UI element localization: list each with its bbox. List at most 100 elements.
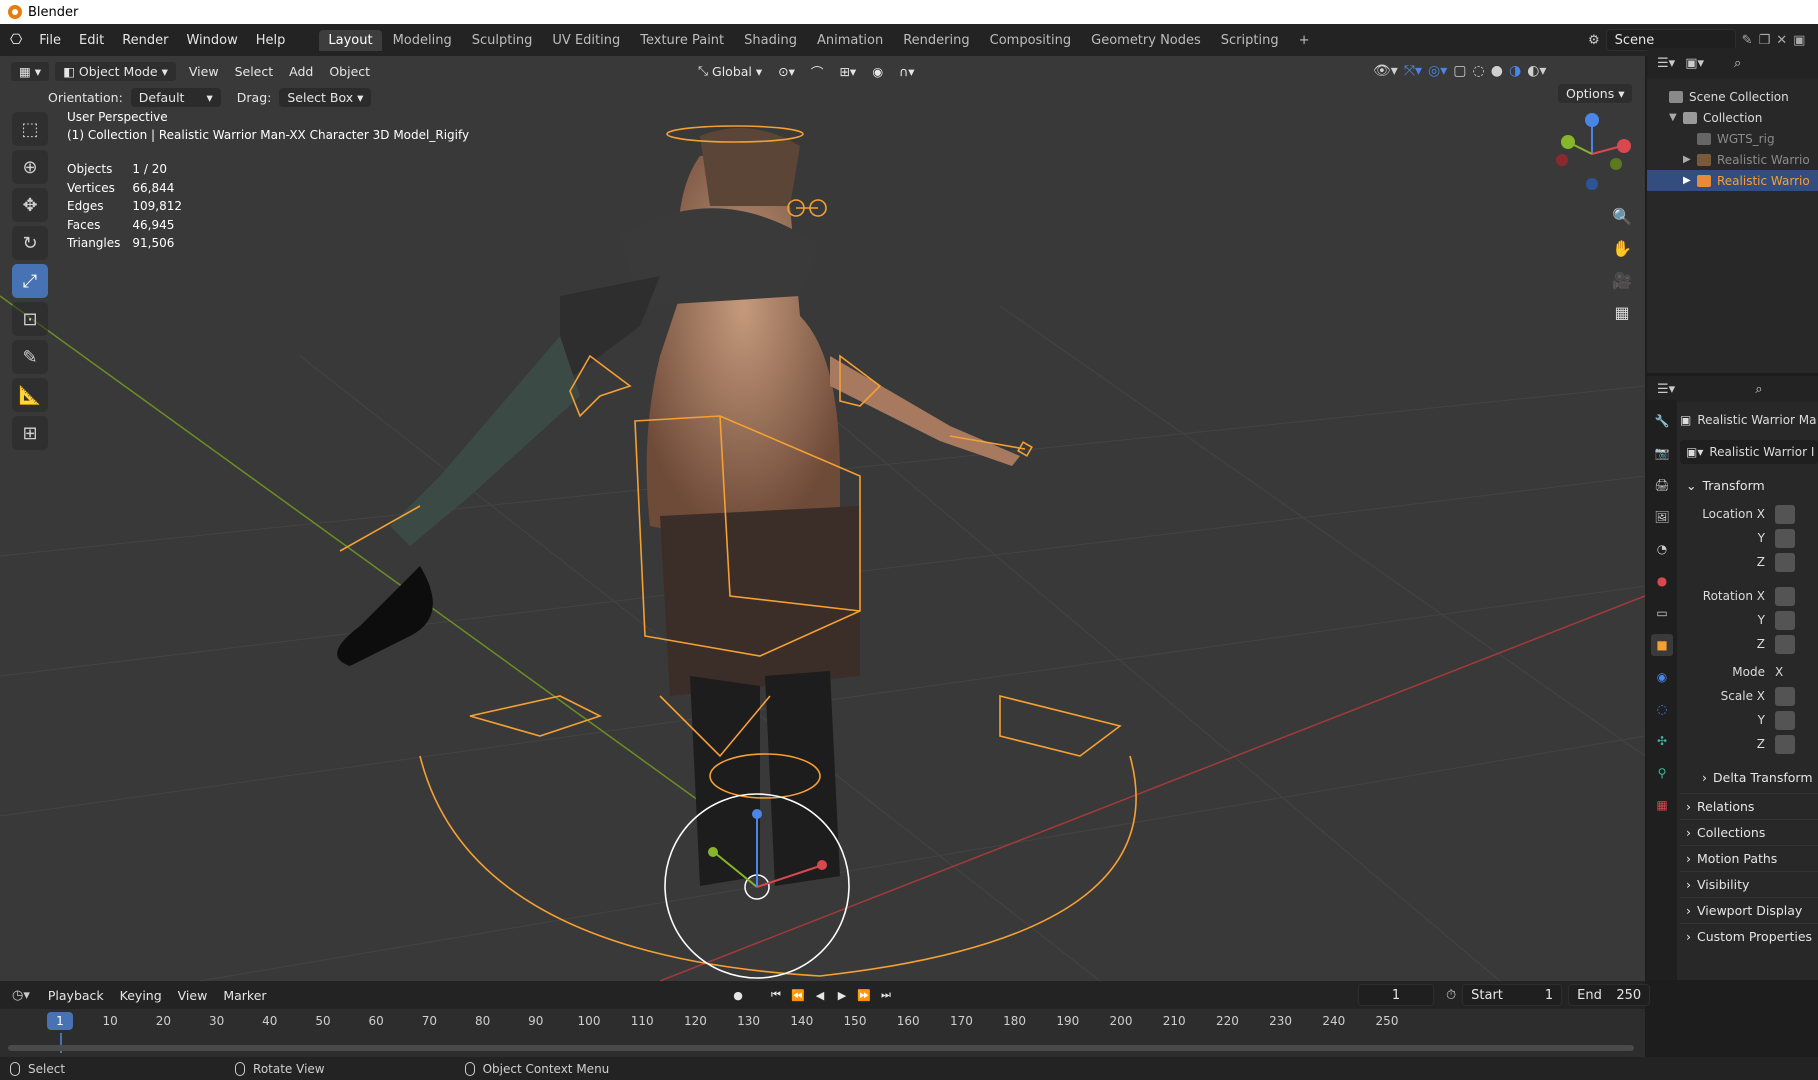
- tab-rendering[interactable]: Rendering: [894, 30, 978, 51]
- viewport-menu-select[interactable]: Select: [227, 62, 282, 81]
- view-layer-icon[interactable]: ▣: [1793, 33, 1805, 48]
- scale-z-row[interactable]: Z: [1680, 732, 1818, 756]
- jump-end-icon[interactable]: ⏭: [876, 985, 896, 1005]
- tab-uv-editing[interactable]: UV Editing: [543, 30, 629, 51]
- transform-panel-header[interactable]: ⌄ Transform: [1680, 472, 1818, 498]
- object-name-row[interactable]: ▣ Realistic Warrior Ma: [1680, 408, 1818, 432]
- timeline-ruler[interactable]: 1 10 20 30 40 50 60 70 80 90 100 110 120 130 140 150 16…: [0, 1009, 1645, 1057]
- transform-tool-icon[interactable]: ⊡: [12, 302, 48, 336]
- tab-shading[interactable]: Shading: [735, 30, 806, 51]
- scale-tool-icon[interactable]: ⤢: [12, 264, 48, 298]
- 3d-viewport[interactable]: ▦ ▾ ◧ Object Mode ▾ View Select Add Obje…: [0, 56, 1645, 981]
- viewport-menu-object[interactable]: Object: [321, 62, 378, 81]
- editor-type-icon[interactable]: ☰▾: [1657, 56, 1675, 71]
- measure-tool-icon[interactable]: 📐: [12, 378, 48, 412]
- scale-x-row[interactable]: Scale X: [1680, 684, 1818, 708]
- snap-icon[interactable]: ⌒: [803, 60, 832, 83]
- tab-layout[interactable]: Layout: [319, 29, 382, 51]
- outliner-item-warrior-2[interactable]: ▶ Realistic Warrio: [1647, 170, 1818, 191]
- rendered-shading-icon[interactable]: ◐▾: [1524, 63, 1549, 79]
- data-tab-icon[interactable]: ⚲: [1651, 762, 1673, 784]
- object-name-field[interactable]: Realistic Warrior Ma: [1697, 413, 1816, 427]
- select-box-tool-icon[interactable]: ⬚: [12, 112, 48, 146]
- display-mode-icon[interactable]: ▣▾: [1685, 56, 1704, 71]
- orientation-dropdown[interactable]: Default ▾: [130, 87, 221, 107]
- ortho-grid-icon[interactable]: ▦: [1608, 298, 1636, 326]
- expand-arrow-icon[interactable]: ▶: [1683, 154, 1697, 165]
- new-scene-icon[interactable]: ❐: [1759, 33, 1771, 48]
- record-icon[interactable]: ●: [728, 985, 748, 1005]
- blender-menu-icon[interactable]: ⎔: [10, 32, 22, 48]
- rotation-mode-row[interactable]: Mode X: [1680, 660, 1818, 684]
- zoom-icon[interactable]: 🔍: [1608, 202, 1636, 230]
- rotation-z-field[interactable]: [1775, 634, 1795, 654]
- options-dropdown[interactable]: Options ▾: [1557, 83, 1634, 104]
- search-icon[interactable]: ⌕: [1734, 56, 1741, 71]
- menu-help[interactable]: Help: [247, 33, 295, 48]
- solid-shading-icon[interactable]: ●: [1488, 63, 1506, 79]
- prev-keyframe-icon[interactable]: ⏪: [788, 985, 808, 1005]
- current-frame-field[interactable]: 1: [1358, 984, 1434, 1006]
- timeline-scrollbar[interactable]: [8, 1045, 1634, 1051]
- rotation-y-row[interactable]: Y: [1680, 608, 1818, 632]
- falloff-icon[interactable]: ∩▾: [891, 62, 922, 81]
- timeline-menu-playback[interactable]: Playback: [40, 986, 112, 1005]
- physics-tab-icon[interactable]: ◌: [1651, 698, 1673, 720]
- add-workspace-button[interactable]: +: [1290, 30, 1319, 51]
- drag-dropdown[interactable]: Select Box ▾: [279, 87, 372, 107]
- constraint-tab-icon[interactable]: ✣: [1651, 730, 1673, 752]
- scene-icon[interactable]: ⚙: [1588, 33, 1600, 48]
- scene-tab-icon[interactable]: ◔: [1651, 538, 1673, 560]
- editor-type-icon[interactable]: ☰▾: [1657, 382, 1675, 397]
- search-icon[interactable]: ⌕: [1755, 382, 1762, 397]
- object-data-selector[interactable]: ▣▾ Realistic Warrior I: [1680, 440, 1818, 464]
- collection-tab-icon[interactable]: ▭: [1651, 602, 1673, 624]
- scale-y-field[interactable]: [1775, 710, 1795, 730]
- outliner-item-scene-collection[interactable]: Scene Collection: [1647, 86, 1818, 107]
- tab-modeling[interactable]: Modeling: [384, 30, 461, 51]
- timeline-menu-keying[interactable]: Keying: [112, 986, 170, 1005]
- tab-sculpting[interactable]: Sculpting: [463, 30, 542, 51]
- tab-animation[interactable]: Animation: [808, 30, 892, 51]
- outliner-item-collection[interactable]: ▼ Collection: [1647, 107, 1818, 128]
- timeline-menu-marker[interactable]: Marker: [215, 986, 274, 1005]
- rotation-y-field[interactable]: [1775, 610, 1795, 630]
- current-frame-indicator[interactable]: 1: [47, 1012, 73, 1030]
- visibility-panel[interactable]: › Visibility: [1680, 871, 1818, 897]
- x-axis-icon[interactable]: [1617, 139, 1631, 153]
- output-tab-icon[interactable]: 🖨: [1651, 474, 1673, 496]
- pan-hand-icon[interactable]: ✋: [1608, 234, 1636, 262]
- visibility-icon[interactable]: 👁▾: [1370, 63, 1401, 79]
- world-tab-icon[interactable]: ●: [1651, 570, 1673, 592]
- play-reverse-icon[interactable]: ◀: [810, 985, 830, 1005]
- render-tab-icon[interactable]: 📷: [1651, 442, 1673, 464]
- outliner-item-warrior-1[interactable]: ▶ Realistic Warrio: [1647, 149, 1818, 170]
- expand-arrow-icon[interactable]: ▶: [1683, 175, 1697, 186]
- z-axis-icon[interactable]: [1585, 113, 1599, 127]
- outliner-item-wgts-rig[interactable]: WGTS_rig: [1647, 128, 1818, 149]
- annotate-tool-icon[interactable]: ✎: [12, 340, 48, 374]
- snap-target-icon[interactable]: ⊞▾: [831, 62, 864, 81]
- relations-panel[interactable]: › Relations: [1680, 793, 1818, 819]
- transform-orientation-dropdown[interactable]: ⤡ Global ▾: [690, 61, 770, 81]
- add-cube-tool-icon[interactable]: ⊞: [12, 416, 48, 450]
- expand-arrow-icon[interactable]: ▼: [1669, 112, 1683, 123]
- start-frame-field[interactable]: Start 1: [1462, 984, 1563, 1006]
- location-y-field[interactable]: [1775, 528, 1795, 548]
- custom-properties-panel[interactable]: › Custom Properties: [1680, 923, 1818, 949]
- menu-window[interactable]: Window: [177, 33, 246, 48]
- timeline-editor-type-icon[interactable]: ◷▾: [12, 988, 30, 1003]
- rotation-x-field[interactable]: [1775, 586, 1795, 606]
- motion-paths-panel[interactable]: › Motion Paths: [1680, 845, 1818, 871]
- viewport-menu-view[interactable]: View: [181, 62, 227, 81]
- material-shading-icon[interactable]: ◑: [1506, 63, 1524, 79]
- wireframe-shading-icon[interactable]: ◌: [1470, 63, 1488, 79]
- rotation-mode-dropdown[interactable]: X: [1775, 665, 1783, 679]
- tool-tab-icon[interactable]: 🔧: [1651, 410, 1673, 432]
- object-mode-dropdown[interactable]: ◧ Object Mode ▾: [54, 60, 177, 82]
- location-y-row[interactable]: Y: [1680, 526, 1818, 550]
- y-axis-icon[interactable]: [1561, 135, 1575, 149]
- modifier-tab-icon[interactable]: ◉: [1651, 666, 1673, 688]
- delta-transform-panel[interactable]: › Delta Transform: [1680, 764, 1818, 790]
- viewport-display-panel[interactable]: › Viewport Display: [1680, 897, 1818, 923]
